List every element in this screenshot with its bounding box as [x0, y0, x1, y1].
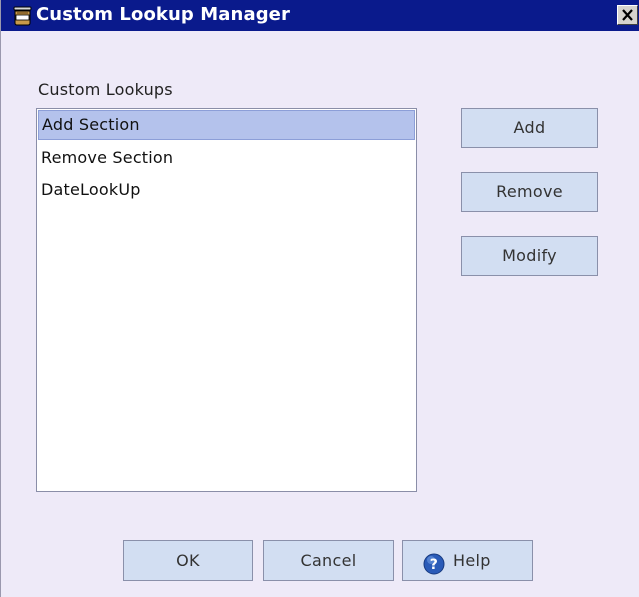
add-button[interactable]: Add	[461, 108, 598, 148]
help-button[interactable]: ? Help	[402, 540, 533, 581]
ok-button[interactable]: OK	[123, 540, 253, 581]
custom-lookup-manager-dialog: Custom Lookup Manager Custom Lookups Add…	[0, 0, 639, 597]
list-item-datelookup[interactable]: DateLookUp	[38, 175, 415, 205]
help-icon: ?	[423, 550, 445, 575]
svg-text:?: ?	[430, 557, 438, 573]
cancel-button[interactable]: Cancel	[263, 540, 394, 581]
custom-lookups-label: Custom Lookups	[38, 80, 173, 99]
list-item-remove-section[interactable]: Remove Section	[38, 143, 415, 173]
jar-icon	[13, 6, 32, 26]
modify-button[interactable]: Modify	[461, 236, 598, 276]
custom-lookups-list[interactable]: Add Section Remove Section DateLookUp	[36, 108, 417, 492]
list-item-add-section[interactable]: Add Section	[38, 110, 415, 140]
close-button[interactable]	[617, 5, 638, 25]
window-title: Custom Lookup Manager	[36, 4, 290, 25]
remove-button[interactable]: Remove	[461, 172, 598, 212]
title-bar[interactable]: Custom Lookup Manager	[1, 0, 639, 31]
help-button-label: Help	[453, 551, 491, 570]
